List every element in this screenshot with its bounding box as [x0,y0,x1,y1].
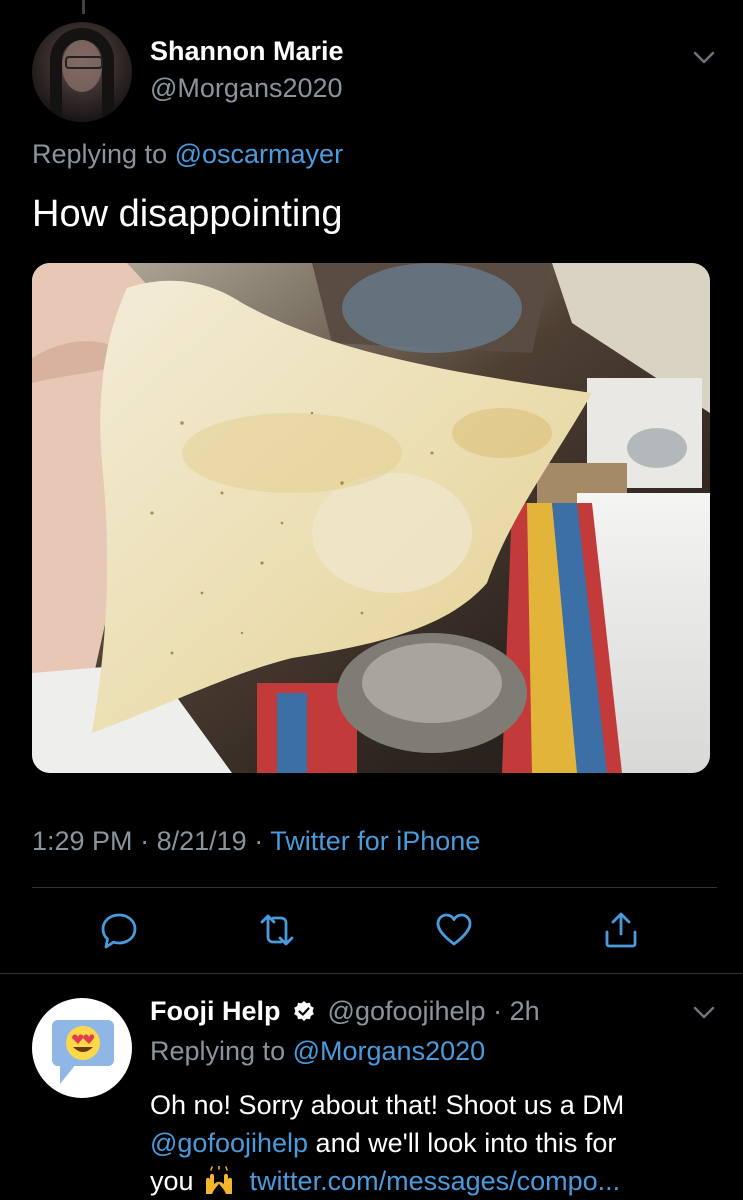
meta-separator: · [140,826,150,856]
section-divider [0,973,743,974]
heart-icon[interactable] [434,910,474,950]
divider [32,887,717,888]
reply-author-handle[interactable]: @gofoojihelp [328,996,486,1026]
tweet-source-link[interactable]: Twitter for iPhone [270,826,480,856]
dm-link[interactable]: twitter.com/messages/compo... [250,1166,621,1196]
reply-author-avatar[interactable] [32,998,132,1098]
reply-replying-prefix: Replying to [150,1036,286,1066]
author-handle[interactable]: @Morgans2020 [150,73,343,104]
reply-icon[interactable] [99,910,139,950]
tweet-time: 1:29 PM [32,826,133,856]
retweet-icon[interactable] [257,910,297,950]
reply-mention-link[interactable]: @Morgans2020 [293,1036,486,1066]
reply-author-name[interactable]: Fooji Help [150,996,281,1026]
reply-chevron-down-icon[interactable] [693,1006,715,1020]
speech-bubble-emoji-logo [52,1020,114,1084]
meta-separator-2: · [254,826,264,856]
reply-separator: · [493,996,503,1026]
share-icon[interactable] [601,910,641,950]
reply-text: Oh no! Sorry about that! Shoot us a DM @… [150,1086,720,1200]
tweet-metadata: 1:29 PM · 8/21/19 · Twitter for iPhone [32,826,480,857]
chevron-down-icon[interactable] [693,51,715,65]
author-name[interactable]: Shannon Marie [150,36,344,67]
reply-text-part2: and we'll look into this for [315,1128,617,1158]
replying-to: Replying to @oscarmayer [32,139,343,170]
reply-mention[interactable]: @gofoojihelp [150,1128,308,1158]
reply-age: 2h [509,996,540,1026]
photo-illustration [32,263,710,773]
reply-text-part1: Oh no! Sorry about that! Shoot us a DM [150,1090,625,1120]
replying-prefix: Replying to [32,139,168,169]
verified-badge-icon [294,1001,314,1021]
author-avatar[interactable] [32,22,132,122]
avatar-glasses [65,56,103,69]
reply-text-part3: you [150,1166,194,1196]
reply-header: Fooji Help @gofoojihelp · 2h [150,996,540,1027]
tweet-actions [0,910,743,956]
tweet-text: How disappointing [32,193,343,235]
raising-hands-emoji-icon [205,1166,232,1194]
tweet-photo[interactable] [32,263,710,773]
tweet-date: 8/21/19 [156,826,247,856]
thread-line [82,0,85,14]
mention-link[interactable]: @oscarmayer [175,139,343,169]
reply-replying-to: Replying to @Morgans2020 [150,1036,485,1067]
